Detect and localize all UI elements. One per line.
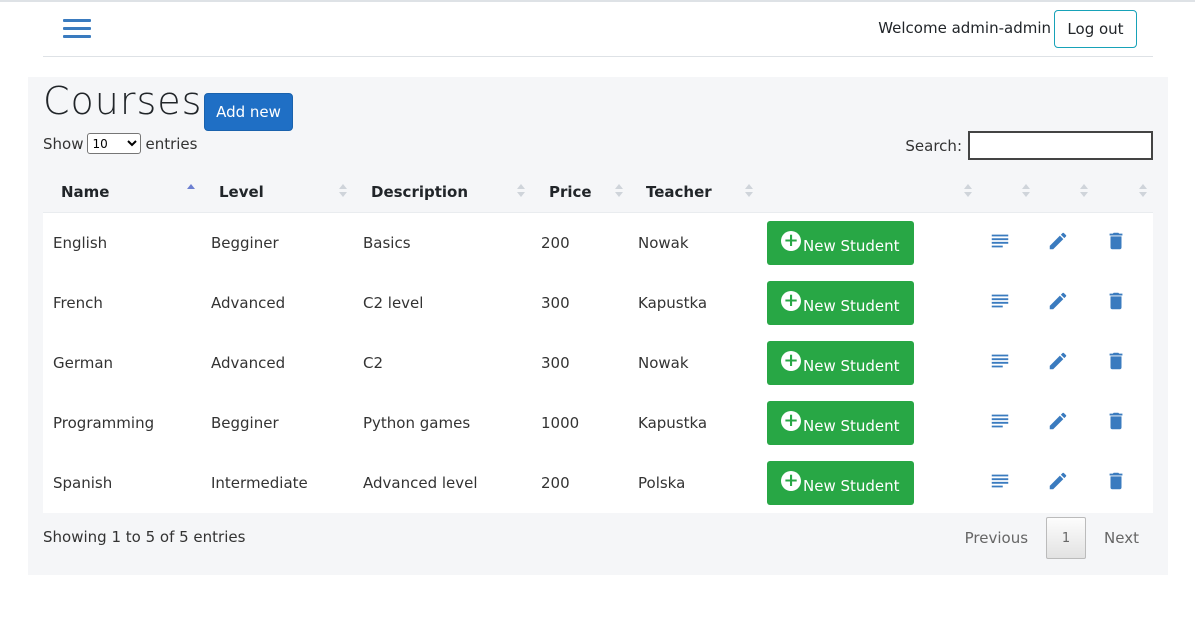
entries-label: entries: [145, 134, 198, 153]
cell-level: Advanced: [211, 294, 286, 312]
details-icon[interactable]: [989, 350, 1011, 372]
new-student-label: New Student: [803, 297, 900, 315]
entries-select[interactable]: 10: [87, 133, 142, 154]
new-student-label: New Student: [803, 357, 900, 375]
column-header-description[interactable]: Description: [371, 175, 468, 213]
cell-price: 200: [541, 474, 570, 492]
logout-button[interactable]: Log out: [1054, 10, 1137, 48]
table-info: Showing 1 to 5 of 5 entries: [43, 528, 246, 546]
column-header-teacher[interactable]: Teacher: [646, 175, 712, 213]
cell-teacher: Nowak: [638, 234, 689, 252]
search-label: Search:: [905, 136, 962, 155]
new-student-button[interactable]: + New Student: [767, 461, 914, 505]
delete-icon[interactable]: [1105, 230, 1127, 252]
cell-teacher: Polska: [638, 474, 686, 492]
previous-button[interactable]: Previous: [951, 529, 1042, 547]
search-input[interactable]: [968, 131, 1153, 160]
entries-length-control: Show 10 entries: [43, 133, 197, 154]
column-header-price[interactable]: Price: [549, 175, 592, 213]
search-control: Search:: [905, 131, 1153, 160]
plus-circle-icon: +: [781, 291, 801, 311]
cell-description: C2: [363, 354, 384, 372]
menu-icon[interactable]: [63, 19, 91, 39]
welcome-text: Welcome admin-admin: [878, 19, 1051, 37]
sort-icon[interactable]: [615, 183, 623, 199]
edit-icon[interactable]: [1047, 350, 1069, 372]
cell-level: Begginer: [211, 234, 279, 252]
plus-circle-icon: +: [781, 471, 801, 491]
sort-icon[interactable]: [1022, 183, 1030, 199]
edit-icon[interactable]: [1047, 470, 1069, 492]
pagination: Previous 1 Next: [951, 517, 1153, 559]
cell-description: C2 level: [363, 294, 424, 312]
sort-icon[interactable]: [1139, 183, 1147, 199]
cell-name: French: [53, 294, 103, 312]
cell-level: Intermediate: [211, 474, 308, 492]
cell-price: 300: [541, 354, 570, 372]
table-row: French Advanced C2 level 300 Kapustka + New St…: [43, 273, 1153, 333]
table-row: German Advanced C2 300 Nowak + New Student: [43, 333, 1153, 393]
new-student-button[interactable]: + New Student: [767, 221, 914, 265]
plus-circle-icon: +: [781, 231, 801, 251]
new-student-label: New Student: [803, 477, 900, 495]
sort-asc-icon[interactable]: [187, 183, 195, 199]
plus-circle-icon: +: [781, 351, 801, 371]
table-row: English Begginer Basics 200 Nowak + New Studen…: [43, 213, 1153, 273]
cell-description: Python games: [363, 414, 471, 432]
delete-icon[interactable]: [1105, 290, 1127, 312]
cell-price: 1000: [541, 414, 580, 432]
top-navbar: Welcome admin-admin Log out: [43, 2, 1153, 57]
sort-icon[interactable]: [1080, 183, 1088, 199]
table-header: Name Level Description Price Teacher: [43, 175, 1153, 213]
plus-circle-icon: +: [781, 411, 801, 431]
page-title: Courses: [43, 79, 203, 123]
show-label: Show: [43, 134, 84, 153]
cell-teacher: Kapustka: [638, 294, 708, 312]
delete-icon[interactable]: [1105, 350, 1127, 372]
edit-icon[interactable]: [1047, 410, 1069, 432]
sort-icon[interactable]: [339, 183, 347, 199]
sort-icon[interactable]: [745, 183, 753, 199]
delete-icon[interactable]: [1105, 470, 1127, 492]
sort-icon[interactable]: [964, 183, 972, 199]
sort-icon[interactable]: [517, 183, 525, 199]
delete-icon[interactable]: [1105, 410, 1127, 432]
cell-description: Advanced level: [363, 474, 478, 492]
cell-name: Spanish: [53, 474, 113, 492]
cell-teacher: Kapustka: [638, 414, 708, 432]
cell-teacher: Nowak: [638, 354, 689, 372]
column-header-level[interactable]: Level: [219, 175, 264, 213]
new-student-button[interactable]: + New Student: [767, 281, 914, 325]
cell-level: Begginer: [211, 414, 279, 432]
cell-price: 300: [541, 294, 570, 312]
cell-name: Programming: [53, 414, 155, 432]
cell-name: German: [53, 354, 114, 372]
cell-name: English: [53, 234, 108, 252]
column-header-name[interactable]: Name: [61, 175, 109, 213]
cell-price: 200: [541, 234, 570, 252]
cell-level: Advanced: [211, 354, 286, 372]
page-button-current[interactable]: 1: [1046, 517, 1087, 559]
courses-panel: Courses Add new Show 10 entries Search: …: [28, 77, 1168, 575]
add-new-button[interactable]: Add new: [204, 93, 293, 131]
details-icon[interactable]: [989, 410, 1011, 432]
edit-icon[interactable]: [1047, 290, 1069, 312]
new-student-button[interactable]: + New Student: [767, 341, 914, 385]
details-icon[interactable]: [989, 230, 1011, 252]
table-body: English Begginer Basics 200 Nowak + New Studen…: [43, 213, 1153, 513]
new-student-button[interactable]: + New Student: [767, 401, 914, 445]
table-row: Spanish Intermediate Advanced level 200 Pols…: [43, 453, 1153, 513]
table-row: Programming Begginer Python games 1000 Kapus…: [43, 393, 1153, 453]
details-icon[interactable]: [989, 470, 1011, 492]
new-student-label: New Student: [803, 417, 900, 435]
new-student-label: New Student: [803, 237, 900, 255]
next-button[interactable]: Next: [1090, 529, 1153, 547]
details-icon[interactable]: [989, 290, 1011, 312]
cell-description: Basics: [363, 234, 411, 252]
edit-icon[interactable]: [1047, 230, 1069, 252]
